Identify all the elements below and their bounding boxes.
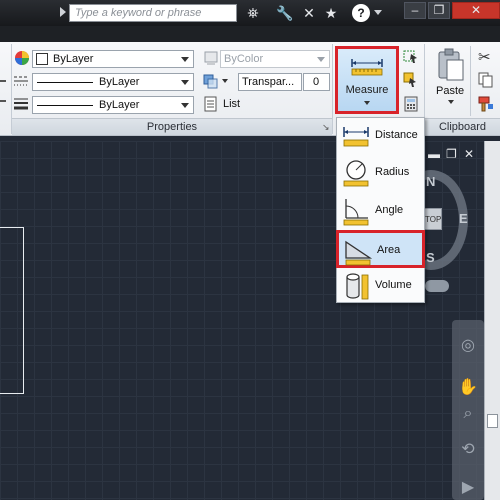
menu-item-label: Area <box>377 244 401 256</box>
cut-icon[interactable]: ✂ <box>478 48 491 66</box>
transparency-label: Transpar... <box>242 76 295 88</box>
menu-item-radius[interactable]: Radius <box>337 155 424 191</box>
color-swatch <box>36 53 48 65</box>
binoculars-icon[interactable]: ⛯ <box>244 4 262 22</box>
chevron-down-icon <box>181 103 189 108</box>
vertical-scrollbar-thumb[interactable] <box>487 414 498 428</box>
paste-label[interactable]: Paste <box>436 85 464 97</box>
menu-item-label: Radius <box>375 166 410 178</box>
transparency-icon[interactable] <box>203 73 219 89</box>
measure-dropdown-menu: Distance Radius Angle Area Volume <box>336 117 425 303</box>
steering-wheel-icon[interactable]: ◎ <box>458 336 478 356</box>
paste-dropdown-caret-icon[interactable] <box>448 100 454 104</box>
match-properties-icon[interactable] <box>478 96 494 112</box>
zoom-icon[interactable]: ⌕ <box>458 404 478 424</box>
panel-separator <box>332 44 333 134</box>
copy-icon[interactable] <box>478 72 494 88</box>
chevron-down-icon <box>317 57 325 62</box>
drawn-rectangle[interactable] <box>0 227 24 394</box>
viewport-close-icon[interactable]: ✕ <box>464 147 474 161</box>
color-value: ByLayer <box>53 53 94 65</box>
menu-item-label: Angle <box>375 204 404 216</box>
plot-style-value: ByColor <box>224 53 264 65</box>
lineweight-preview <box>37 105 93 106</box>
transparency-value: 0 <box>313 76 320 88</box>
close-button[interactable]: ✕ <box>452 2 500 19</box>
truncated-panel-icon-2 <box>0 100 6 102</box>
lineweight-value: ByLayer <box>99 99 140 111</box>
color-dropdown[interactable]: ByLayer <box>32 50 194 68</box>
distance-icon <box>343 127 369 147</box>
measure-label: Measure <box>345 84 389 96</box>
compass-east[interactable]: E <box>459 211 468 226</box>
lineweight-icon[interactable] <box>13 96 29 112</box>
radius-icon <box>343 160 369 187</box>
chevron-down-icon <box>364 101 370 105</box>
paste-icon[interactable] <box>437 48 465 82</box>
maximize-button[interactable]: ❐ <box>428 2 450 19</box>
ribbon-tab-strip <box>0 26 500 42</box>
transparency-value-input[interactable]: 0 <box>303 73 330 91</box>
chevron-down-icon <box>181 80 189 85</box>
area-icon <box>345 240 373 266</box>
wrench-icon[interactable]: 🔧 <box>276 4 294 22</box>
calculator-icon[interactable] <box>403 96 419 112</box>
panel-dialog-launcher-icon[interactable]: ↘ <box>322 122 330 133</box>
search-expand-arrow-icon[interactable] <box>60 7 66 17</box>
minimize-button[interactable]: – <box>404 2 426 19</box>
plot-style-dropdown: ByColor <box>220 50 330 68</box>
chevron-down-icon <box>181 57 189 62</box>
lineweight-dropdown[interactable]: ByLayer <box>32 96 194 114</box>
menu-item-label: Distance <box>375 129 418 141</box>
measure-ruler-icon <box>351 59 383 76</box>
menu-item-area[interactable]: Area <box>336 230 425 268</box>
menu-item-volume[interactable]: Volume <box>337 268 424 304</box>
search-input[interactable]: Type a keyword or phrase <box>69 4 237 22</box>
help-dropdown-caret-icon[interactable] <box>374 10 382 15</box>
viewport-minimize-icon[interactable]: ▬ <box>428 147 440 161</box>
wcs-menu-badge[interactable] <box>425 280 449 292</box>
properties-panel-title[interactable]: Properties <box>12 118 332 135</box>
menu-item-distance[interactable]: Distance <box>337 118 424 154</box>
title-bar: Type a keyword or phrase ⛯ 🔧 ✕ ★ ? – ❐ ✕ <box>0 0 500 26</box>
menu-item-label: Volume <box>375 279 412 291</box>
vertical-scrollbar[interactable] <box>484 141 500 500</box>
quick-select-icon[interactable] <box>403 48 419 64</box>
star-icon[interactable]: ★ <box>322 4 340 22</box>
compass-north[interactable]: N <box>426 174 435 189</box>
select-similar-icon[interactable] <box>403 72 419 88</box>
viewcube-top-face[interactable]: TOP <box>424 208 442 230</box>
clipboard-panel-title[interactable]: Clipboard <box>425 118 500 135</box>
linetype-preview <box>37 82 93 83</box>
linetype-dropdown[interactable]: ByLayer <box>32 73 194 91</box>
truncated-panel-icon <box>0 80 6 82</box>
menu-item-angle[interactable]: Angle <box>337 193 424 229</box>
panel-separator <box>470 46 471 116</box>
viewport-restore-icon[interactable]: ❐ <box>446 147 457 161</box>
help-button[interactable]: ? <box>352 4 370 22</box>
transparency-field[interactable]: Transpar... <box>238 73 302 91</box>
angle-icon <box>343 199 369 226</box>
plot-style-icon <box>204 51 218 65</box>
volume-icon <box>346 273 369 300</box>
showmotion-icon[interactable]: ▶ <box>458 478 478 498</box>
orbit-icon[interactable]: ⟲ <box>458 440 478 460</box>
list-button-label[interactable]: List <box>223 98 240 110</box>
linetype-icon[interactable] <box>13 73 29 89</box>
compass-south[interactable]: S <box>426 250 435 265</box>
pan-hand-icon[interactable]: ✋ <box>458 378 478 398</box>
transparency-mode-caret-icon[interactable] <box>222 79 228 83</box>
linetype-value: ByLayer <box>99 76 140 88</box>
color-wheel-icon[interactable] <box>14 50 30 66</box>
measure-button[interactable]: Measure <box>335 46 399 114</box>
list-icon[interactable] <box>203 96 219 112</box>
x-exchange-icon[interactable]: ✕ <box>300 4 318 22</box>
